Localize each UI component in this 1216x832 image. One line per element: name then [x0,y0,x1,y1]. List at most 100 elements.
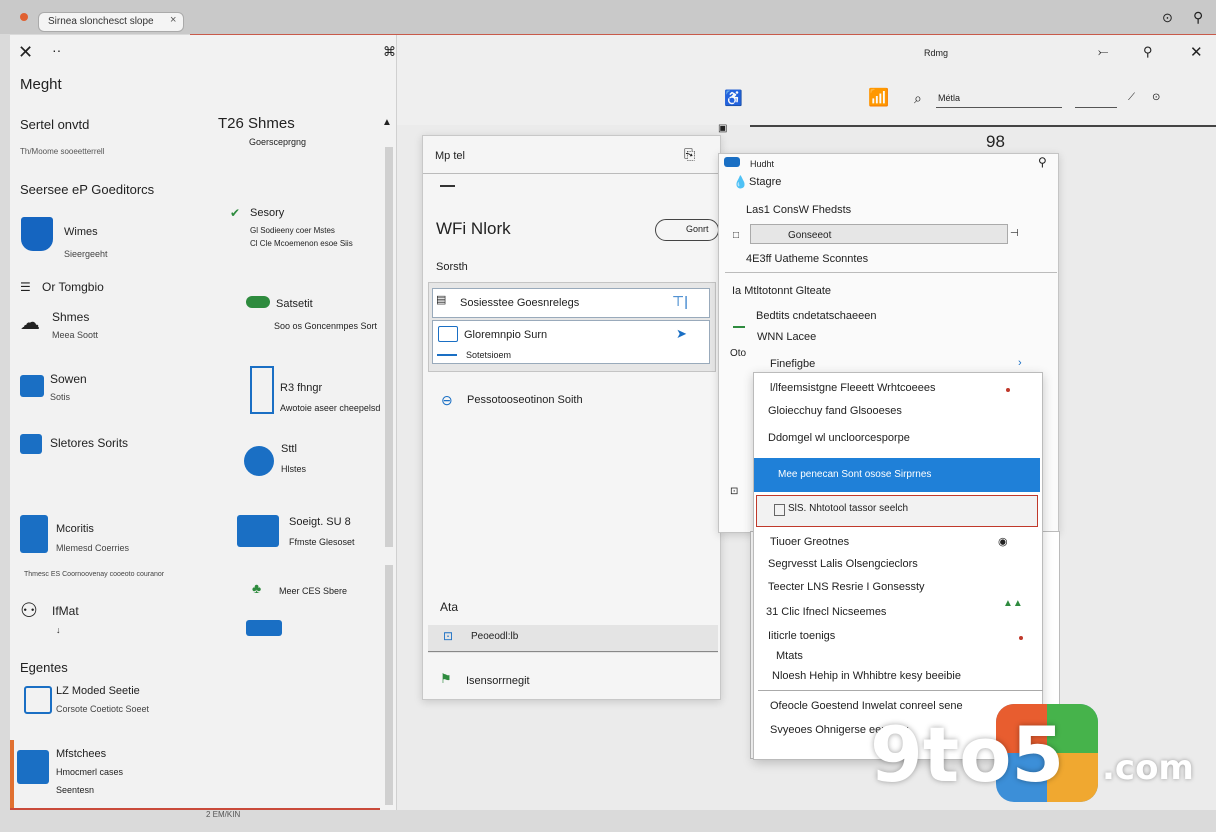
list-item[interactable]: Iiticrle toenigs [768,630,835,642]
field-dropdown-icon[interactable]: ⊣ [1010,228,1019,239]
checkbox[interactable] [774,504,785,516]
col2-item-title[interactable]: Sesory [250,207,284,219]
bottom-section-label: Ata [440,600,459,614]
edit-icon[interactable]: ⟋ [1128,92,1135,103]
list-item-sub: Corsote Coetiotc Soeet [56,704,150,714]
connect-button-label: Gonrt [686,224,709,234]
file-icon [17,750,49,784]
list-item-title[interactable]: Mcoritis [56,523,94,535]
dropdown-item[interactable]: l/lfeemsistgne Fleeett Wrhtcoeees [770,382,935,394]
dialog-heading: WFi Nlork [436,219,511,238]
section1-title: Sertel onvtd [20,117,90,132]
list-item[interactable]: Mtats [776,650,803,662]
toolbar-icon[interactable]: ▣ [718,123,727,134]
list-item-sub: Sieergeeht [64,249,108,259]
list-item-title[interactable]: Sowen [50,372,87,386]
scrollbar[interactable] [385,565,393,805]
section1-subtitle: Th/Moome sooeetterrell [20,147,105,156]
dropdown-item-label: SlS. Nhtotool tassor seelch [788,503,909,514]
list-divider [758,690,1043,691]
search-icon[interactable]: ⌕ [914,90,922,107]
list-item[interactable]: Segrvesst Lalis Olsengcieclors [768,558,918,570]
search-input[interactable] [936,107,1062,108]
wifi-icon[interactable]: 📶 [868,88,889,108]
col2-item-title[interactable]: Satsetit [276,298,313,310]
window-icon [237,515,279,547]
close-icon[interactable]: ✕ [18,42,33,63]
dropdown-item[interactable]: Finefigbe [770,358,815,370]
panel-label: Las1 ConsW Fhedsts [746,204,852,216]
dropdown-item-label: Mee penecan Sont osose Sirprnes [778,469,932,480]
col2-item-title[interactable]: Meer CES Sbere [279,586,347,596]
field-checkbox-icon[interactable]: □ [733,230,739,241]
green-bar-icon [733,326,745,328]
user-icon: ⚇ [20,600,38,622]
chevron-right-icon[interactable]: › [1018,357,1022,369]
flag-icon: ⚑ [440,671,452,686]
list-item-title[interactable]: Wimes [64,226,98,238]
list-item[interactable]: Nloesh Hehip in Whhibtre kesy beeibie [772,670,961,682]
list-item-sub: Sotis [50,392,71,402]
document-icon [20,434,42,454]
secondary-input[interactable] [1075,107,1117,108]
underline-icon [437,354,457,356]
panel-search-icon[interactable]: ⚲ [1038,155,1047,169]
upload-icon[interactable]: ▲ [382,117,392,128]
list-item[interactable]: Tiuoer Greotnes [770,536,849,548]
menu-icon[interactable] [440,185,455,187]
list-item-sub: Hmocmerl cases [56,767,124,777]
col2-item-title[interactable]: R3 fhngr [280,382,322,394]
list-item[interactable]: 31 Clic Ifnecl Nicseemes [766,606,886,618]
accessibility-icon[interactable]: ♿ [724,89,743,107]
window-close-icon[interactable]: ✕ [1190,43,1203,61]
signal-icon: ⊤| [672,293,688,309]
list-item-title[interactable]: Or Tomgbio [42,280,104,294]
down-arrow-icon[interactable]: ↓ [56,625,61,635]
side-icon: ⊡ [730,486,739,497]
search-icon[interactable]: ⚲ [1193,9,1203,26]
footer-item[interactable]: Isensorrnegit [466,675,530,687]
dropdown-item[interactable]: Ddomgel wl uncloorcesporpe [768,432,910,444]
col2-item-title[interactable]: Soeigt. SU 8 [289,516,351,528]
minimize-icon[interactable]: ⤚ [1098,44,1108,60]
right-number: 98 [986,132,1005,151]
browser-dot-icon [20,13,28,21]
radio-icon[interactable]: ◉ [998,535,1008,548]
plain-row-label[interactable]: Pessotooseotinon Soith [467,394,583,406]
laptop-icon [438,326,458,342]
account-icon[interactable]: ⊙ [1162,10,1173,26]
leaf-icon: ✔ [230,206,241,220]
list-item-title[interactable]: Mfstchees [56,748,106,760]
monitor-icon [20,515,48,553]
panel-label: 4E3ff Uatheme Sconntes [746,253,869,265]
dialog-pin-icon[interactable]: ⎘ [684,146,695,163]
maximize-icon[interactable]: ⚲ [1143,44,1153,60]
dropdown-item[interactable]: Gloiecchuy fand Glsooeses [768,405,902,417]
table-icon: ☰ [20,280,31,294]
panel-divider [725,272,1057,273]
panel-label: Oto [730,348,747,359]
app-icon [20,375,44,397]
tab-close-icon[interactable]: × [170,14,176,26]
drop-icon: 💧 [733,175,748,189]
col2-item-sub: Ffmste Glesoset [289,537,355,547]
panel-header: Stagre [749,176,782,188]
list-item-title[interactable]: IfMat [52,604,79,618]
col2-item-title[interactable]: Sttl [281,443,297,455]
settings-icon[interactable]: ⊙ [1152,92,1160,103]
list-item-sub: Seentesn [56,785,95,795]
bottom-field: Peoeodl:lb [471,631,519,642]
list-item-title[interactable]: Shmes [52,310,89,324]
play-icon[interactable]: ➤ [676,326,687,342]
list-item-title[interactable]: LZ Moded Seetie [56,685,140,697]
pin-icon[interactable]: ⌘ [383,44,396,60]
list-item-title[interactable]: Sletores Sorits [50,436,128,450]
scrollbar[interactable] [385,147,393,547]
col2-header: T26 Shmes [218,115,295,132]
list-item-sub: Mlemesd Coerries [56,543,130,553]
network-row-label: Sosiesstee Goesnrelegs [460,297,580,309]
list-item[interactable]: Teecter LNS Resrie I Gonsessty [768,581,925,593]
more-icon[interactable]: ·· [52,42,61,58]
list-note: Thmesc ES Coornoovenay cooeoto couranor [24,571,165,578]
bars-icon: ▲▲ [1003,598,1023,609]
